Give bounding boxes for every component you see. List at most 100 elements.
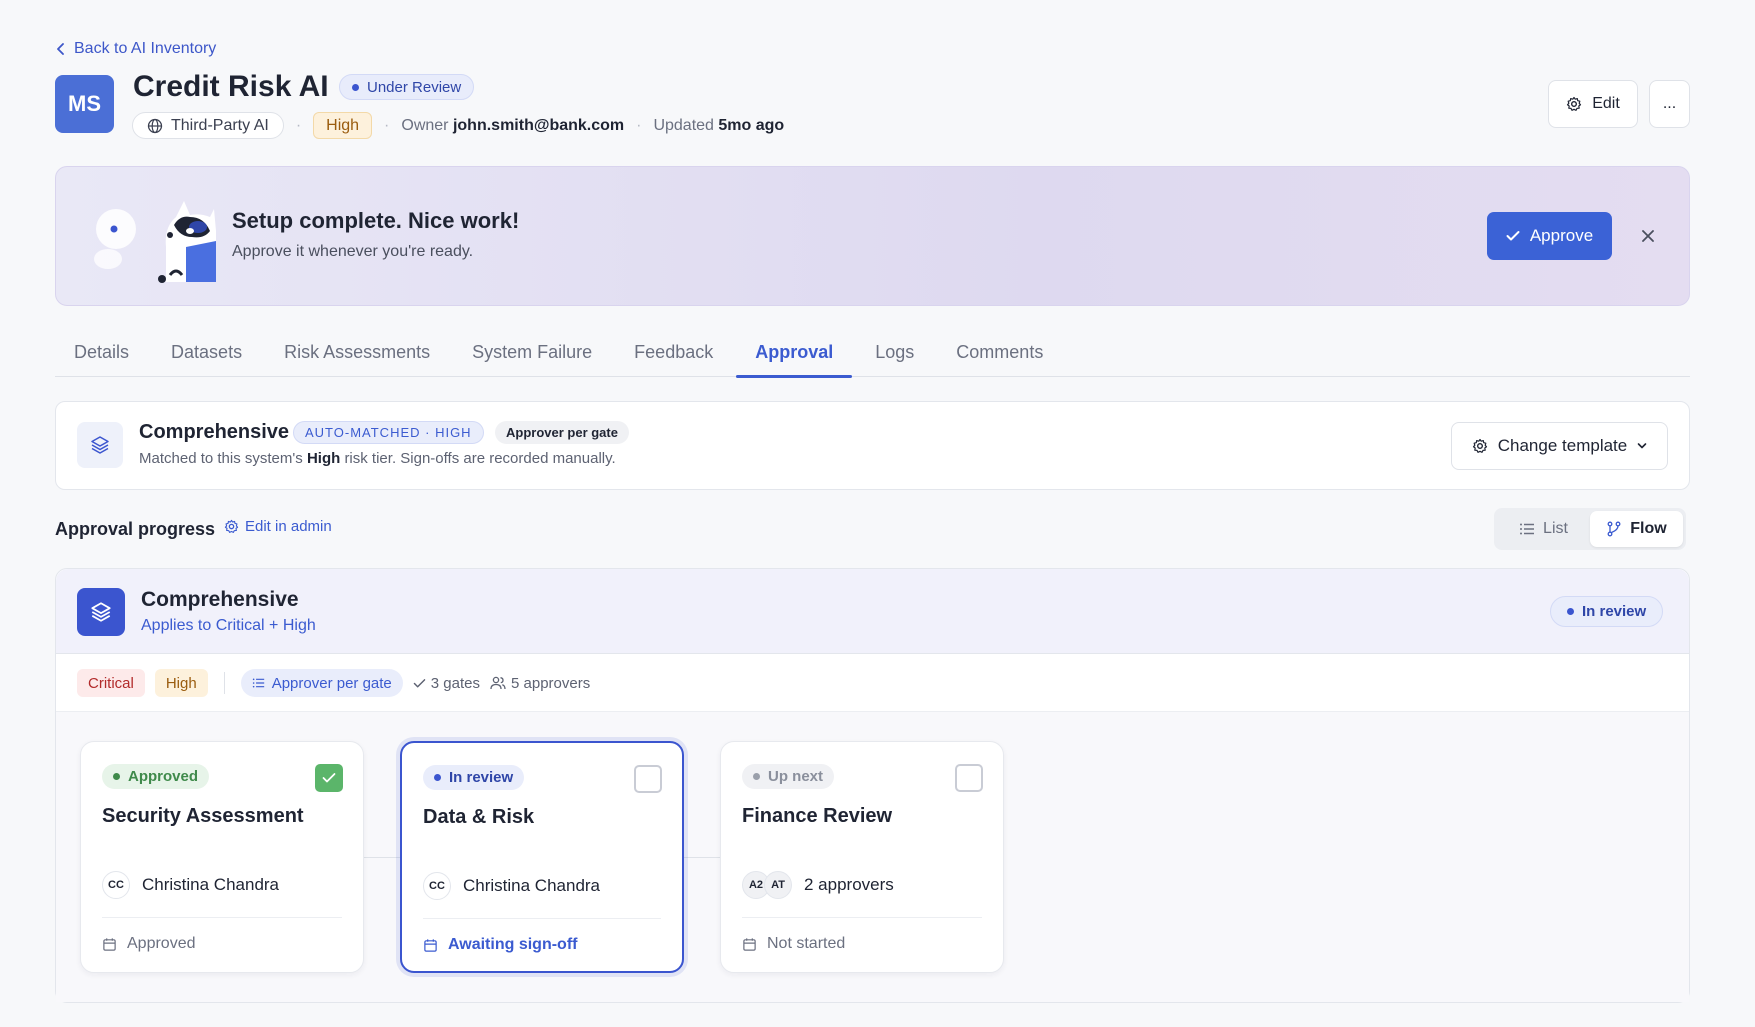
mascot-illustration	[86, 187, 216, 287]
more-button[interactable]: ...	[1649, 80, 1690, 128]
gate-approver: A2 AT 2 approvers	[742, 871, 894, 899]
calendar-icon	[102, 937, 117, 952]
layers-icon	[77, 588, 125, 636]
gate-status-badge: Approved	[102, 764, 210, 789]
meta-separator: ·	[384, 116, 390, 134]
edit-in-admin-link[interactable]: Edit in admin	[224, 518, 332, 535]
approval-mode-chip: Approver per gate	[240, 669, 403, 697]
users-icon	[490, 676, 506, 690]
gate-connector	[684, 857, 720, 858]
divider	[102, 917, 342, 918]
flow-status-badge: In review	[1550, 596, 1664, 627]
tier-chip-critical: Critical	[77, 669, 145, 697]
flow-header	[56, 569, 1689, 654]
template-name: Comprehensive	[139, 421, 290, 443]
auto-matched-badge: AUTO-MATCHED · HIGH	[293, 421, 484, 444]
tab-risk-assessments[interactable]: Risk Assessments	[265, 334, 449, 377]
gate-card-finance-review[interactable]: Up next Finance Review A2 AT 2 approvers…	[720, 741, 1004, 973]
status-dot	[113, 773, 120, 780]
gear-icon	[1472, 438, 1488, 454]
view-flow-label: Flow	[1630, 520, 1667, 537]
divider	[423, 918, 661, 919]
check-icon	[322, 772, 336, 784]
chevron-down-icon	[1637, 442, 1647, 450]
tab-comments[interactable]: Comments	[937, 334, 1062, 377]
status-dot	[352, 83, 359, 91]
gate-approver-name: 2 approvers	[804, 875, 894, 894]
approve-button[interactable]: Approve	[1487, 212, 1612, 260]
layers-icon	[77, 422, 123, 468]
view-toggle: List Flow	[1494, 508, 1686, 550]
gate-title: Finance Review	[742, 805, 893, 827]
status-dot	[753, 773, 760, 780]
gate-status-badge: Up next	[742, 764, 835, 789]
approve-button-label: Approve	[1529, 226, 1594, 245]
globe-icon	[147, 118, 163, 134]
edit-button-label: Edit	[1592, 95, 1620, 112]
gate-approve-checkbox[interactable]	[955, 764, 983, 792]
banner-title: Setup complete. Nice work!	[232, 208, 520, 233]
meta-separator: ·	[295, 116, 302, 134]
gates-count: 3 gates	[413, 675, 480, 692]
divider	[742, 917, 982, 918]
gate-approve-checkbox[interactable]	[634, 765, 662, 793]
change-template-button[interactable]: Change template	[1451, 422, 1668, 470]
template-desc-tier: High	[306, 450, 341, 467]
edit-button[interactable]: Edit	[1548, 80, 1638, 128]
gate-title: Security Assessment	[102, 805, 304, 827]
gate-footer-label: Approved	[127, 935, 196, 952]
gate-footer: Awaiting sign-off	[423, 936, 577, 954]
gear-icon	[1566, 96, 1582, 112]
tier-chip-high: High	[154, 669, 208, 697]
list-icon	[1519, 522, 1535, 536]
flow-icon	[1606, 521, 1622, 537]
template-desc-prefix: Matched to this system's	[139, 450, 303, 467]
type-chip-label: Third-Party AI	[171, 116, 269, 134]
gate-approver: CC Christina Chandra	[102, 871, 279, 899]
tab-details[interactable]: Details	[55, 334, 148, 377]
gate-status-label: Approved	[128, 768, 199, 785]
back-link-label: Back to AI Inventory	[74, 40, 217, 57]
tab-approval[interactable]: Approval	[736, 334, 853, 378]
template-card	[55, 401, 1690, 490]
gate-status-label: Up next	[768, 768, 824, 785]
close-icon[interactable]	[1636, 224, 1660, 248]
flow-summary-row: Critical High Approver per gate 3 gates …	[77, 669, 590, 697]
risk-chip: High	[313, 112, 373, 139]
flow-template-name: Comprehensive	[141, 588, 299, 611]
gate-footer: Approved	[102, 935, 196, 953]
status-badge: Under Review	[339, 74, 475, 100]
system-avatar: MS	[55, 75, 114, 133]
gate-connector	[364, 857, 400, 858]
page-title: Credit Risk AI	[133, 70, 329, 103]
gates-count-label: 3 gates	[430, 674, 480, 692]
gate-card-security-assessment[interactable]: Approved Security Assessment CC Christin…	[80, 741, 364, 973]
tab-system-failure[interactable]: System Failure	[453, 334, 611, 377]
approval-mode-badge: Approver per gate	[495, 421, 629, 444]
meta-separator: ·	[636, 116, 642, 134]
tab-feedback[interactable]: Feedback	[615, 334, 732, 377]
back-link[interactable]: Back to AI Inventory	[56, 40, 216, 58]
setup-banner	[55, 166, 1690, 306]
chevron-left-icon	[56, 43, 66, 55]
check-icon	[1506, 230, 1520, 242]
view-flow-button[interactable]: Flow	[1590, 511, 1683, 547]
flow-applies-to: Applies to Critical + High	[141, 617, 316, 634]
owner-info: Owner john.smith@bank.com	[401, 117, 624, 135]
tab-datasets[interactable]: Datasets	[152, 334, 261, 377]
gate-approved-checkbox[interactable]	[315, 764, 343, 792]
avatar-stack: A2 AT	[742, 871, 792, 899]
status-badge-label: Under Review	[367, 78, 462, 96]
gate-footer-label: Awaiting sign-off	[448, 936, 578, 953]
tab-logs[interactable]: Logs	[856, 334, 933, 377]
gate-card-data-risk[interactable]: In review Data & Risk CC Christina Chand…	[400, 741, 684, 973]
gate-footer-label: Not started	[767, 935, 846, 952]
calendar-icon	[742, 937, 757, 952]
gate-status-label: In review	[449, 769, 514, 786]
view-list-button[interactable]: List	[1497, 511, 1590, 547]
meta-row: Third-Party AI · High · Owner john.smith…	[132, 112, 784, 139]
gate-approver: CC Christina Chandra	[423, 872, 600, 900]
template-description: Matched to this system's High risk tier.…	[139, 450, 616, 467]
avatar: CC	[102, 871, 130, 899]
gate-approver-name: Christina Chandra	[142, 875, 280, 894]
